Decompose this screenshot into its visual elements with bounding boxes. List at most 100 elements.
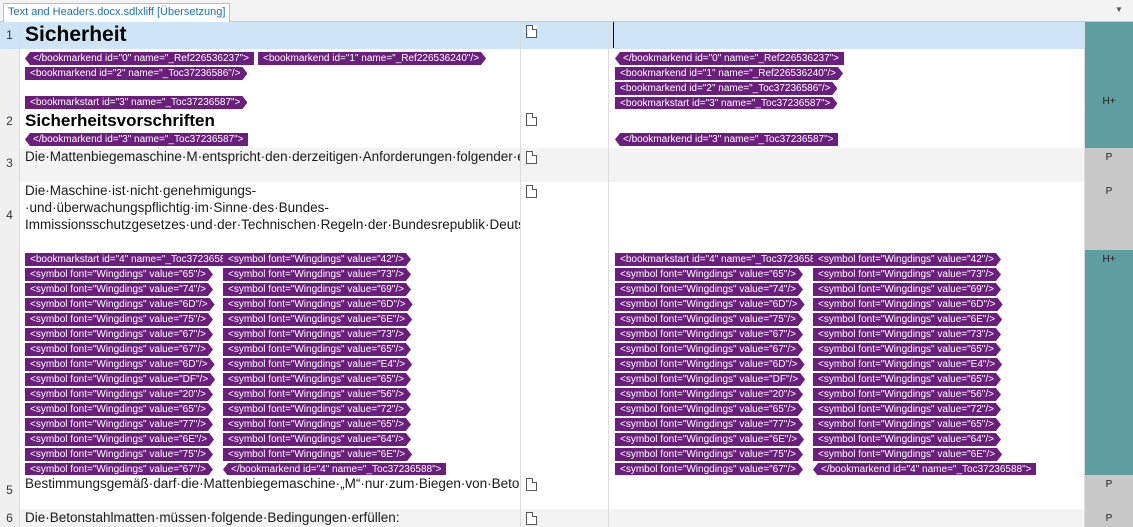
tag-symbol[interactable]: <symbol font="Wingdings" value="6D"/> [615, 298, 805, 311]
tag-symbol[interactable]: <symbol font="Wingdings" value="77"/> [615, 418, 803, 431]
document-icon [526, 478, 537, 491]
tag-symbol[interactable]: <symbol font="Wingdings" value="65"/> [223, 373, 411, 386]
tag-symbol[interactable]: <symbol font="Wingdings" value="64"/> [813, 433, 1001, 446]
tag-symbol[interactable]: <symbol font="Wingdings" value="72"/> [223, 403, 411, 416]
status-cell [521, 95, 609, 110]
target-cell[interactable]: </bookmarkend id="3" name="_Toc37236587"… [609, 132, 1085, 148]
tag-symbol[interactable]: <symbol font="Wingdings" value="74"/> [25, 283, 213, 296]
tag-symbol[interactable]: <symbol font="Wingdings" value="6E"/> [615, 433, 804, 446]
tag-symbol[interactable]: <symbol font="Wingdings" value="73"/> [223, 268, 411, 281]
tag-symbol[interactable]: <symbol font="Wingdings" value="E4"/> [223, 358, 412, 371]
tag-symbol[interactable]: <symbol font="Wingdings" value="6E"/> [813, 313, 1002, 326]
segment-row-5[interactable]: 5 Bestimmungsgemäß·darf·die·Mattenbiegem… [0, 475, 1133, 509]
tag-symbol[interactable]: <symbol font="Wingdings" value="73"/> [223, 328, 411, 341]
tag-symbol[interactable]: <symbol font="Wingdings" value="75"/> [25, 448, 213, 461]
tag-symbol[interactable]: <symbol font="Wingdings" value="69"/> [223, 283, 411, 296]
document-icon [526, 185, 537, 198]
tag-symbol[interactable]: <symbol font="Wingdings" value="77"/> [25, 418, 213, 431]
tag-symbol[interactable]: <symbol font="Wingdings" value="75"/> [25, 313, 213, 326]
tag-bookmarkstart[interactable]: <bookmarkstart id="3" name="_Toc37236587… [25, 96, 247, 109]
tag-symbol[interactable]: <symbol font="Wingdings" value="64"/> [223, 433, 411, 446]
tag-bookmarkstart[interactable]: <bookmarkstart id="4" name="_Toc37236588… [615, 253, 837, 266]
tag-symbol[interactable]: <symbol font="Wingdings" value="65"/> [615, 403, 803, 416]
target-cell[interactable] [609, 110, 1085, 132]
tag-bookmarkend[interactable]: </bookmarkend id="0" name="_Ref226536237… [615, 52, 845, 65]
tag-symbol[interactable]: <symbol font="Wingdings" value="67"/> [25, 463, 213, 475]
tag-bookmarkend[interactable]: <bookmarkend id="1" name="_Ref226536240"… [258, 52, 486, 65]
document-tab-strip: Text and Headers.docx.sdlxliff [Übersetz… [0, 0, 1133, 22]
tag-symbol[interactable]: <symbol font="Wingdings" value="67"/> [615, 328, 803, 341]
tag-symbol[interactable]: <symbol font="Wingdings" value="75"/> [615, 313, 803, 326]
structure-info [1085, 132, 1133, 148]
tag-symbol[interactable]: <symbol font="Wingdings" value="72"/> [813, 403, 1001, 416]
tag-symbol[interactable]: <symbol font="Wingdings" value="20"/> [25, 388, 213, 401]
tag-symbol[interactable]: <symbol font="Wingdings" value="DF"/> [25, 373, 215, 386]
tag-symbol[interactable]: <symbol font="Wingdings" value="E4"/> [813, 358, 1002, 371]
segment-row-4[interactable]: 4 Die·Maschine·ist·nicht·genehmigungs-·u… [0, 182, 1133, 250]
tag-symbol[interactable]: <symbol font="Wingdings" value="65"/> [25, 403, 213, 416]
target-cell[interactable] [609, 475, 1085, 509]
target-cell[interactable] [609, 22, 1085, 49]
segment-number: 4 [0, 182, 20, 250]
tag-symbol[interactable]: <symbol font="Wingdings" value="65"/> [25, 268, 213, 281]
tag-symbol[interactable]: <symbol font="Wingdings" value="56"/> [223, 388, 411, 401]
tag-symbol[interactable]: <symbol font="Wingdings" value="6E"/> [223, 313, 412, 326]
tab-dropdown-icon[interactable]: ▼ [1113, 4, 1125, 16]
segment-row-2[interactable]: 2 Sicherheitsvorschriften [0, 110, 1133, 132]
tag-symbol[interactable]: <symbol font="Wingdings" value="42"/> [223, 253, 411, 266]
tag-bookmarkend[interactable]: <bookmarkend id="1" name="_Ref226536240"… [615, 67, 843, 80]
tag-symbol[interactable]: <symbol font="Wingdings" value="6D"/> [223, 298, 413, 311]
tag-bookmarkend[interactable]: </bookmarkend id="3" name="_Toc37236587"… [25, 133, 249, 146]
tag-symbol[interactable]: <symbol font="Wingdings" value="67"/> [615, 463, 803, 475]
tag-bookmarkstart[interactable]: <bookmarkstart id="4" name="_Toc37236588… [25, 253, 247, 266]
tag-symbol[interactable]: <symbol font="Wingdings" value="56"/> [813, 388, 1001, 401]
tag-symbol[interactable]: <symbol font="Wingdings" value="6D"/> [813, 298, 1003, 311]
tag-symbol[interactable]: <symbol font="Wingdings" value="DF"/> [615, 373, 805, 386]
tag-symbol[interactable]: <symbol font="Wingdings" value="6D"/> [25, 358, 215, 371]
tag-symbol[interactable]: <symbol font="Wingdings" value="65"/> [223, 343, 411, 356]
tag-symbol[interactable]: <symbol font="Wingdings" value="65"/> [813, 343, 1001, 356]
source-cell: </bookmarkend id="3" name="_Toc37236587"… [20, 132, 521, 148]
target-cell[interactable] [609, 148, 1085, 182]
tag-bookmarkend[interactable]: <bookmarkend id="2" name="_Toc37236586"/… [25, 67, 247, 80]
tag-symbol[interactable]: <symbol font="Wingdings" value="6E"/> [223, 448, 412, 461]
tag-symbol[interactable]: <symbol font="Wingdings" value="69"/> [813, 283, 1001, 296]
tag-symbol[interactable]: <symbol font="Wingdings" value="65"/> [223, 418, 411, 431]
segment-row-1[interactable]: 1 Sicherheit [0, 22, 1133, 49]
target-cell[interactable]: <bookmarkstart id="4" name="_Toc37236588… [609, 250, 1085, 475]
tag-bookmarkend[interactable]: </bookmarkend id="4" name="_Toc37236588"… [813, 463, 1037, 475]
target-cell[interactable] [609, 182, 1085, 250]
tag-symbol[interactable]: <symbol font="Wingdings" value="73"/> [813, 268, 1001, 281]
tag-symbol[interactable]: <symbol font="Wingdings" value="6E"/> [813, 448, 1002, 461]
tag-symbol[interactable]: <symbol font="Wingdings" value="67"/> [25, 328, 213, 341]
segment-number: 5 [0, 475, 20, 509]
source-cell: Die·Maschine·ist·nicht·genehmigungs-·und… [20, 182, 521, 250]
tag-bookmarkend[interactable]: <bookmarkend id="2" name="_Toc37236586"/… [615, 82, 837, 95]
segment-number: 6 [0, 509, 20, 527]
tag-symbol[interactable]: <symbol font="Wingdings" value="67"/> [615, 343, 803, 356]
tag-bookmarkend[interactable]: </bookmarkend id="0" name="_Ref226536237… [25, 52, 255, 65]
tag-symbol[interactable]: <symbol font="Wingdings" value="42"/> [813, 253, 1001, 266]
tag-symbol[interactable]: <symbol font="Wingdings" value="75"/> [615, 448, 803, 461]
target-cell[interactable] [609, 509, 1085, 527]
segment-row-3[interactable]: 3 Die·Mattenbiegemaschine·M·entspricht·d… [0, 148, 1133, 182]
tag-symbol[interactable]: <symbol font="Wingdings" value="20"/> [615, 388, 803, 401]
source-text: Die·Maschine·ist·nicht·genehmigungs-·und… [25, 183, 520, 232]
tag-symbol[interactable]: <symbol font="Wingdings" value="65"/> [813, 373, 1001, 386]
document-icon [526, 113, 537, 126]
source-text: Die·Betonstahlmatten·müssen·folgende·Bed… [25, 510, 400, 525]
tag-symbol[interactable]: <symbol font="Wingdings" value="6E"/> [25, 433, 214, 446]
tag-symbol[interactable]: <symbol font="Wingdings" value="73"/> [813, 328, 1001, 341]
tag-symbol[interactable]: <symbol font="Wingdings" value="67"/> [25, 343, 213, 356]
document-tab[interactable]: Text and Headers.docx.sdlxliff [Übersetz… [3, 3, 231, 22]
document-icon [526, 151, 537, 164]
tag-bookmarkend[interactable]: </bookmarkend id="3" name="_Toc37236587"… [615, 133, 839, 146]
tag-symbol[interactable]: <symbol font="Wingdings" value="6D"/> [25, 298, 215, 311]
structure-info: P [1085, 182, 1133, 250]
segment-row-6[interactable]: 6 Die·Betonstahlmatten·müssen·folgende·B… [0, 509, 1133, 527]
tag-bookmarkend[interactable]: </bookmarkend id="4" name="_Toc37236588"… [223, 463, 447, 475]
tag-symbol[interactable]: <symbol font="Wingdings" value="65"/> [813, 418, 1001, 431]
tag-symbol[interactable]: <symbol font="Wingdings" value="65"/> [615, 268, 803, 281]
tag-symbol[interactable]: <symbol font="Wingdings" value="6D"/> [615, 358, 805, 371]
tag-symbol[interactable]: <symbol font="Wingdings" value="74"/> [615, 283, 803, 296]
